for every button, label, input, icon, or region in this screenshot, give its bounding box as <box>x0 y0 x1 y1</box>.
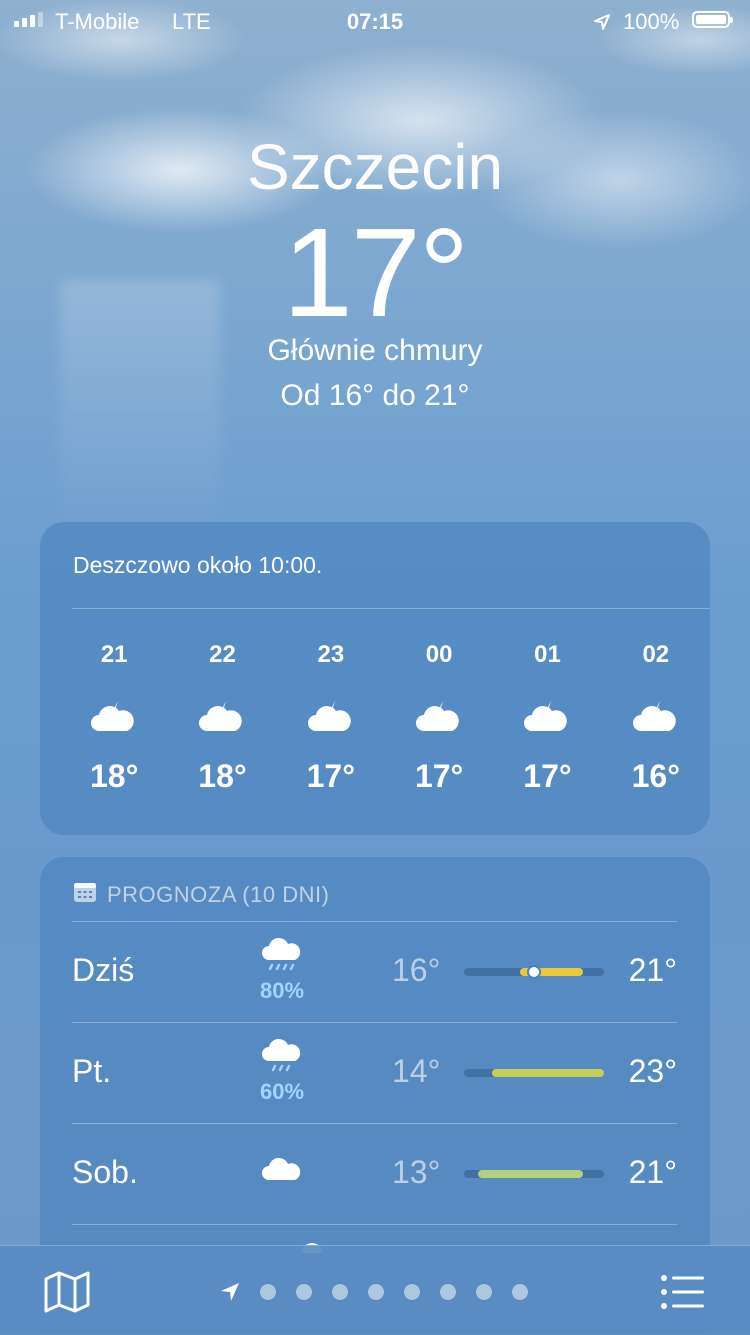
calendar-icon <box>73 881 97 909</box>
day-row[interactable]: Sob. 13° 21° <box>72 1123 677 1224</box>
status-bar: T-Mobile LTE 07:15 100% <box>0 0 750 40</box>
rain-cloud-icon <box>257 1037 307 1082</box>
hour-item: 00 17° <box>385 640 493 795</box>
map-icon[interactable] <box>44 1271 90 1313</box>
daily-forecast-title: PROGNOZA (10 DNI) <box>107 882 330 907</box>
hour-item: 01 17° <box>493 640 601 795</box>
partly-cloudy-night-icon <box>602 680 710 752</box>
city-name: Szczecin <box>246 131 504 203</box>
hour-label: 22 <box>209 641 236 668</box>
hourly-forecast-card[interactable]: Deszczowo około 10:00. 21 18° 22 18° 23 … <box>40 522 710 835</box>
hour-label: 21 <box>100 641 128 668</box>
partly-cloudy-night-icon <box>493 680 601 752</box>
hour-temperature: 18° <box>89 758 139 794</box>
daily-forecast-header: PROGNOZA (10 DNI) <box>73 881 329 909</box>
high-temperature: 21° <box>628 1154 677 1190</box>
temperature-range-bar <box>464 1170 604 1178</box>
partly-cloudy-night-icon <box>385 680 493 752</box>
page-dot[interactable] <box>368 1284 384 1300</box>
partly-cloudy-night-icon <box>168 680 276 752</box>
current-temperature-indicator <box>529 967 539 977</box>
hour-item: 23 17° <box>277 640 385 795</box>
bottom-toolbar <box>0 1245 750 1335</box>
list-icon[interactable] <box>660 1274 706 1310</box>
hour-item: 02 16° <box>602 640 710 795</box>
location-arrow-icon[interactable] <box>220 1282 240 1302</box>
hour-label: 02 <box>642 641 670 668</box>
day-name: Dziś <box>72 952 135 988</box>
page-dot[interactable] <box>512 1284 528 1300</box>
battery-percentage: 100% <box>623 9 680 34</box>
page-dot[interactable] <box>296 1284 312 1300</box>
location-arrow-icon <box>593 11 611 37</box>
hour-temperature: 17° <box>306 758 356 794</box>
temperature-range-fill <box>478 1170 583 1178</box>
hour-temperature: 17° <box>523 758 572 794</box>
partly-cloudy-night-icon <box>277 680 385 752</box>
hour-item: 22 18° <box>168 640 276 795</box>
day-name: Sob. <box>72 1154 138 1190</box>
hour-label: 00 <box>425 641 453 668</box>
temperature-range-bar <box>464 1069 604 1077</box>
hour-temperature: 17° <box>414 758 464 794</box>
hour-label: 23 <box>317 641 345 668</box>
hour-temperature: 18° <box>198 758 247 794</box>
temperature-range-fill <box>492 1069 604 1077</box>
page-dot[interactable] <box>404 1284 420 1300</box>
partly-cloudy-night-icon <box>60 680 168 752</box>
low-temperature: 14° <box>392 1053 441 1089</box>
battery-icon <box>692 11 733 28</box>
hourly-summary: Deszczowo około 10:00. <box>73 552 323 578</box>
temperature-range: Od 16° do 21° <box>280 379 470 412</box>
page-dot[interactable] <box>332 1284 348 1300</box>
cloud-icon <box>257 1154 307 1189</box>
hour-label: 01 <box>534 641 561 668</box>
current-temperature: 17° <box>282 202 470 343</box>
temperature-range-bar <box>464 967 604 977</box>
page-dot[interactable] <box>260 1284 276 1300</box>
page-dot[interactable] <box>476 1284 492 1300</box>
high-temperature: 23° <box>628 1053 677 1089</box>
page-indicator[interactable] <box>220 1282 528 1302</box>
hourly-list[interactable]: 21 18° 22 18° 23 17° 00 17° 01 17° 02 16… <box>60 640 710 795</box>
precipitation-chance: 60% <box>259 1079 305 1104</box>
page-dot[interactable] <box>440 1284 456 1300</box>
weather-condition: Głównie chmury <box>267 334 483 367</box>
divider <box>72 608 710 609</box>
day-name: Pt. <box>72 1053 112 1089</box>
precipitation-chance: 80% <box>259 978 305 1003</box>
hour-item: 21 18° <box>60 640 168 795</box>
high-temperature: 21° <box>628 952 677 988</box>
hour-temperature: 16° <box>631 758 680 794</box>
low-temperature: 16° <box>392 952 441 988</box>
rain-cloud-icon <box>257 936 307 981</box>
day-row[interactable]: Dziś 80% 16° 21° <box>72 921 677 1022</box>
low-temperature: 13° <box>392 1154 441 1190</box>
day-row[interactable]: Pt. 60% 14° 23° <box>72 1022 677 1123</box>
